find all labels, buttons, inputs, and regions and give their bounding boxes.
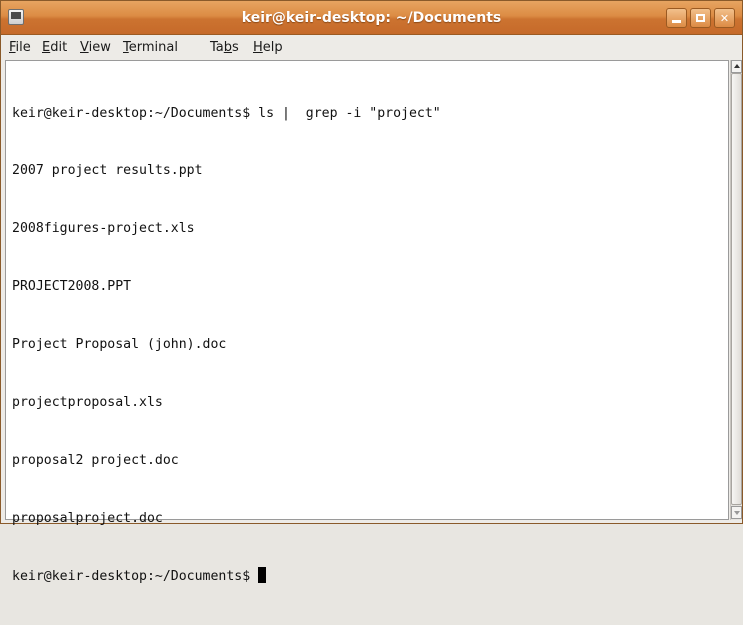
menu-help-rest: elp <box>262 40 283 55</box>
maximize-icon <box>696 14 705 22</box>
terminal-text: keir@keir-desktop:~/Documents$ ls | grep… <box>12 65 441 625</box>
terminal-line: keir@keir-desktop:~/Documents$ ls | grep… <box>12 105 441 121</box>
terminal-line: proposal2 project.doc <box>12 452 179 468</box>
menu-tabs[interactable]: Tabs <box>210 40 239 55</box>
minimize-button[interactable] <box>666 8 687 28</box>
terminal-prompt: keir@keir-desktop:~/Documents$ <box>12 568 259 584</box>
menu-edit-mnemonic: E <box>42 40 51 55</box>
menu-bar: File Edit View Terminal Tabs Help <box>1 36 742 60</box>
terminal-output-area[interactable]: keir@keir-desktop:~/Documents$ ls | grep… <box>5 60 729 584</box>
menu-tabs-mnemonic: b <box>223 40 233 55</box>
menu-file[interactable]: File <box>9 40 31 55</box>
window-title: keir@keir-desktop: ~/Documents <box>241 10 502 26</box>
menu-edit[interactable]: Edit <box>42 40 67 55</box>
menu-view-mnemonic: V <box>80 40 89 55</box>
menu-terminal-rest: erminal <box>128 40 178 55</box>
menu-tabs-rest: s <box>232 40 239 55</box>
terminal-line: 2008figures-project.xls <box>12 221 195 237</box>
menu-help[interactable]: Help <box>253 40 283 55</box>
terminal-line: projectproposal.xls <box>12 395 163 411</box>
scrollbar-thumb[interactable] <box>731 73 742 505</box>
terminal-line: Project Proposal (john).doc <box>12 337 227 353</box>
menu-edit-rest: dit <box>50 40 68 55</box>
terminal-line: PROJECT2008.PPT <box>12 279 132 295</box>
text-cursor <box>258 566 267 583</box>
vertical-scrollbar[interactable] <box>730 60 742 520</box>
close-button[interactable]: ✕ <box>714 8 735 28</box>
menu-file-rest: ile <box>15 40 31 55</box>
scroll-down-arrow-icon[interactable] <box>731 506 742 519</box>
terminal-window: keir@keir-desktop: ~/Documents ✕ File Ed… <box>0 0 743 584</box>
menu-terminal[interactable]: Terminal <box>123 40 178 55</box>
scroll-up-arrow-icon[interactable] <box>731 60 742 73</box>
maximize-button[interactable] <box>690 8 711 28</box>
menu-view-rest: iew <box>88 40 111 55</box>
terminal-line: 2007 project results.ppt <box>12 163 203 179</box>
title-bar[interactable]: keir@keir-desktop: ~/Documents ✕ <box>1 1 742 35</box>
menu-view[interactable]: View <box>80 40 111 55</box>
terminal-line: proposalproject.doc <box>12 510 163 526</box>
terminal-prompt-line: keir@keir-desktop:~/Documents$ <box>12 566 441 586</box>
minimize-icon <box>672 19 681 23</box>
menu-help-mnemonic: H <box>253 40 263 55</box>
close-icon: ✕ <box>719 11 730 25</box>
menu-tabs-pre: Ta <box>210 40 224 55</box>
